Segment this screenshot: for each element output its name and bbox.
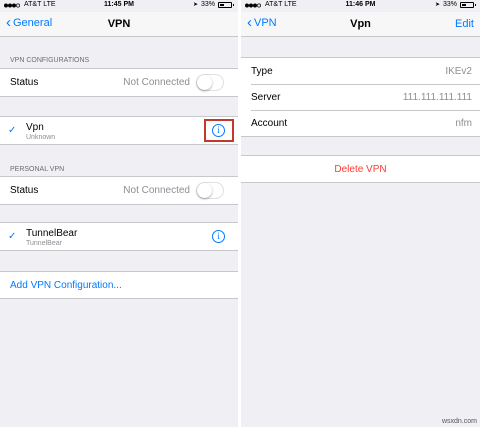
tunnelbear-row[interactable]: ✓ TunnelBear TunnelBear i (0, 222, 238, 251)
info-icon[interactable]: i (212, 230, 225, 243)
vpn-toggle[interactable] (196, 74, 224, 91)
status-label: Status (10, 77, 39, 88)
page-title: VPN (107, 18, 131, 30)
vpn-status-row: Status Not Connected (0, 68, 238, 97)
detail-value: 111.111.111.111 (402, 92, 472, 103)
delete-vpn-button[interactable]: Delete VPN (241, 164, 480, 175)
vpn-subtitle: Unknown (26, 134, 56, 141)
status-bar: AT&T LTE 11:45 PM ➤ 33% (0, 0, 238, 12)
personal-status-row: Status Not Connected (0, 176, 238, 205)
detail-label: Server (251, 92, 281, 103)
vpn-detail-screen: AT&T LTE 11:46 PM ➤ 33% ‹ VPN Vpn Edit T… (241, 0, 480, 427)
status-value: Not Connected (123, 77, 190, 88)
vpn-config-row[interactable]: ✓ Vpn Unknown i (0, 116, 238, 145)
watermark: wsxdn.com (441, 418, 477, 425)
battery-icon (218, 1, 234, 8)
navigation-bar: ‹ VPN Vpn Edit (241, 12, 480, 37)
vpn-details-group: Type IKEv2 Server 111.111.111.111 Accoun… (241, 57, 480, 137)
checkmark-icon: ✓ (8, 231, 17, 242)
navigation-bar: ‹ General VPN (0, 12, 238, 37)
status-bar: AT&T LTE 11:46 PM ➤ 33% (241, 0, 480, 12)
tunnelbear-name: TunnelBear (26, 228, 78, 239)
personal-status-value: Not Connected (123, 185, 190, 196)
personal-vpn-toggle[interactable] (196, 182, 224, 199)
detail-label: Type (251, 66, 273, 77)
battery-percent: 33% (442, 1, 457, 8)
checkmark-icon: ✓ (8, 125, 17, 136)
add-vpn-configuration-link[interactable]: Add VPN Configuration... (10, 280, 122, 291)
detail-label: Account (251, 118, 288, 129)
section-header-vpn-configurations: VPN CONFIGURATIONS (10, 57, 90, 64)
location-arrow-icon: ➤ (192, 2, 198, 8)
add-config-row[interactable]: Add VPN Configuration... (0, 271, 238, 299)
delete-row[interactable]: Delete VPN (241, 155, 480, 183)
highlight-box (204, 119, 234, 142)
detail-value: IKEv2 (445, 66, 472, 77)
page-title: Vpn (350, 18, 371, 30)
personal-status-label: Status (10, 185, 39, 196)
edit-button[interactable]: Edit (455, 18, 474, 30)
vpn-name: Vpn (26, 122, 44, 133)
tunnelbear-subtitle: TunnelBear (26, 240, 62, 247)
vpn-settings-screen: AT&T LTE 11:45 PM ➤ 33% ‹ General VPN VP… (0, 0, 238, 427)
battery-percent: 33% (200, 1, 215, 8)
location-arrow-icon: ➤ (434, 2, 440, 8)
section-header-personal-vpn: PERSONAL VPN (10, 166, 65, 173)
battery-icon (460, 1, 476, 8)
detail-value: nfm (455, 118, 472, 129)
